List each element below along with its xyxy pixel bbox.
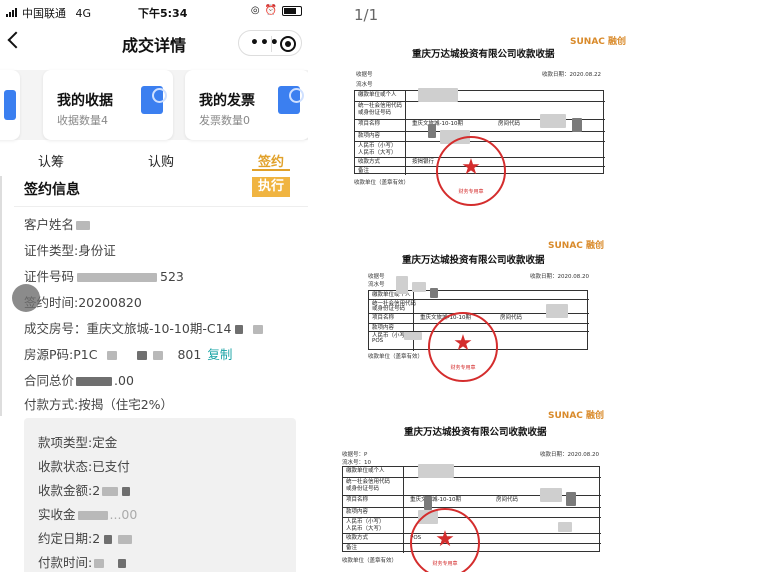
company-seal: ★ 财务专用章 bbox=[428, 312, 498, 382]
more-dots-icon[interactable]: ••• bbox=[250, 36, 280, 50]
id-type-row: 证件类型:身份证 bbox=[24, 243, 116, 258]
redaction bbox=[122, 487, 131, 496]
page-counter: 1/1 bbox=[354, 6, 379, 24]
redaction bbox=[77, 273, 158, 282]
card-carousel: 我的收据 收据数量4 我的发票 发票数量0 bbox=[0, 70, 308, 140]
id-number-row: 证件号码 523 bbox=[24, 269, 184, 284]
receipt-date: 收款日期：2020.08.20 bbox=[540, 452, 599, 458]
network-type: 4G bbox=[75, 7, 92, 20]
payment-type: 款项类型:定金 bbox=[38, 435, 118, 450]
sunac-logo: SUNAC 融创 bbox=[570, 37, 627, 47]
section-title: 签约信息 bbox=[24, 182, 80, 198]
redaction bbox=[104, 535, 113, 544]
receipt-title: 重庆万达城投资有限公司收款收据 bbox=[404, 427, 547, 438]
seal-star-icon: ★ bbox=[453, 331, 473, 356]
invoice-count: 发票数量0 bbox=[199, 114, 250, 127]
stage-tabs: 认筹 认购 签约 bbox=[0, 146, 308, 172]
tab-signing[interactable]: 签约 bbox=[258, 151, 284, 170]
partial-card[interactable] bbox=[0, 70, 20, 140]
status-time: 下午5:34 bbox=[138, 7, 188, 20]
carrier-name: 中国联通 bbox=[22, 7, 66, 20]
active-tab-indicator bbox=[252, 169, 290, 171]
actual-received: 实收金 ...00 bbox=[38, 507, 138, 522]
receipt-search-icon bbox=[141, 86, 167, 114]
my-invoices-card[interactable]: 我的发票 发票数量0 bbox=[185, 70, 308, 140]
invoice-search-icon bbox=[278, 86, 304, 114]
receipt-count: 收据数量4 bbox=[57, 114, 108, 127]
redaction bbox=[107, 351, 118, 360]
payment-record-box: 款项类型:定金 收款状态:已支付 收款金额:2 实收金 ...00 约定日期:2 … bbox=[24, 418, 296, 572]
receipt-number: 收据号：P bbox=[342, 452, 368, 458]
receipt-date: 收款日期：2020.08.22 bbox=[542, 72, 601, 78]
floating-assistive-button[interactable] bbox=[12, 284, 40, 312]
receipt-title: 重庆万达城投资有限公司收款收据 bbox=[412, 49, 555, 60]
signal-icon bbox=[6, 8, 17, 17]
receipt-date: 收款日期：2020.08.20 bbox=[530, 274, 589, 280]
alarm-icon: ⏰ bbox=[264, 5, 277, 16]
serial-number: 流水号 bbox=[356, 82, 373, 88]
status-badge: 执行 bbox=[252, 177, 290, 197]
customer-name-row: 客户姓名 bbox=[24, 214, 91, 233]
close-miniprogram-icon[interactable] bbox=[280, 36, 296, 52]
card-title: 我的收据 bbox=[57, 93, 113, 109]
redaction bbox=[118, 559, 127, 568]
nav-bar: 成交详情 ••• bbox=[0, 26, 308, 60]
sign-info-header: 签约信息 执行 bbox=[0, 176, 308, 206]
scrollbar[interactable] bbox=[0, 176, 2, 416]
redaction bbox=[77, 511, 108, 520]
miniprogram-capsule: ••• bbox=[238, 30, 302, 56]
payment-method-row: 付款方式:按揭（住宅2%） bbox=[24, 397, 174, 412]
redaction bbox=[76, 221, 91, 230]
redaction bbox=[94, 559, 105, 568]
tab-subscription[interactable]: 认购 bbox=[148, 151, 174, 170]
serial-number: 流水号 bbox=[368, 282, 385, 288]
receipt-number: 收据号 bbox=[368, 274, 385, 280]
seal-star-icon: ★ bbox=[461, 155, 481, 180]
sunac-logo: SUNAC 融创 bbox=[548, 241, 605, 251]
seal-star-icon: ★ bbox=[435, 527, 455, 552]
company-seal: ★ 财务专用章 bbox=[410, 508, 480, 572]
divider bbox=[14, 206, 308, 207]
receipt-image[interactable]: SUNAC 融创 重庆万达城投资有限公司收款收据 收据号：P 流水号：10 收款… bbox=[308, 402, 780, 572]
redaction bbox=[76, 377, 113, 386]
serial-number: 流水号：10 bbox=[342, 460, 371, 466]
contract-price-row: 合同总价 .00 bbox=[24, 373, 134, 388]
phone-screen: 中国联通 4G 下午5:34 ◎ ⏰ 成交详情 ••• 我的收据 收据数量4 我… bbox=[0, 0, 308, 572]
receipt-image[interactable]: SUNAC 融创 重庆万达城投资有限公司收款收据 收据号 流水号 收款日期：20… bbox=[308, 28, 780, 206]
redaction bbox=[102, 487, 119, 496]
receipt-number: 收据号 bbox=[356, 72, 373, 78]
sunac-logo: SUNAC 融创 bbox=[548, 411, 605, 421]
receipt-footer: 收款单位（盖章有效） bbox=[354, 180, 410, 186]
receipt-footer: 收款单位（盖章有效） bbox=[342, 558, 398, 564]
due-date: 约定日期:2 bbox=[38, 528, 133, 547]
payment-amount: 收款金额:2 bbox=[38, 480, 131, 499]
redaction bbox=[137, 351, 148, 360]
tab-subscription-pledge[interactable]: 认筹 bbox=[38, 151, 64, 170]
location-icon: ◎ bbox=[250, 5, 260, 16]
company-seal: ★ 财务专用章 bbox=[436, 136, 506, 206]
card-title: 我的发票 bbox=[199, 93, 255, 109]
my-receipts-card[interactable]: 我的收据 收据数量4 bbox=[43, 70, 173, 140]
redaction bbox=[235, 325, 244, 334]
receipt-image[interactable]: SUNAC 融创 重庆万达城投资有限公司收款收据 收据号 流水号 收款日期：20… bbox=[308, 234, 780, 404]
pay-time: 付款时间: bbox=[38, 552, 127, 571]
redaction bbox=[118, 535, 133, 544]
receipt-viewer: 1/1 SUNAC 融创 重庆万达城投资有限公司收款收据 收据号 流水号 收款日… bbox=[308, 0, 780, 572]
receipt-title: 重庆万达城投资有限公司收款收据 bbox=[402, 255, 545, 266]
room-row: 成交房号：重庆文旅城-10-10期-C14 bbox=[24, 318, 264, 337]
copy-link[interactable]: 复制 bbox=[207, 347, 232, 362]
redaction bbox=[153, 351, 164, 360]
sign-time-row: 签约时间:20200820 bbox=[24, 295, 142, 310]
receipt-footer: 收款单位（盖章有效） bbox=[368, 354, 424, 360]
card-partial-icon bbox=[4, 90, 16, 120]
status-bar: 中国联通 4G 下午5:34 ◎ ⏰ bbox=[0, 0, 308, 24]
redaction bbox=[253, 325, 264, 334]
source-code-row: 房源P码:P1C 801 复制 bbox=[24, 347, 233, 362]
payment-status: 收款状态:已支付 bbox=[38, 459, 130, 474]
battery-icon bbox=[282, 5, 302, 16]
